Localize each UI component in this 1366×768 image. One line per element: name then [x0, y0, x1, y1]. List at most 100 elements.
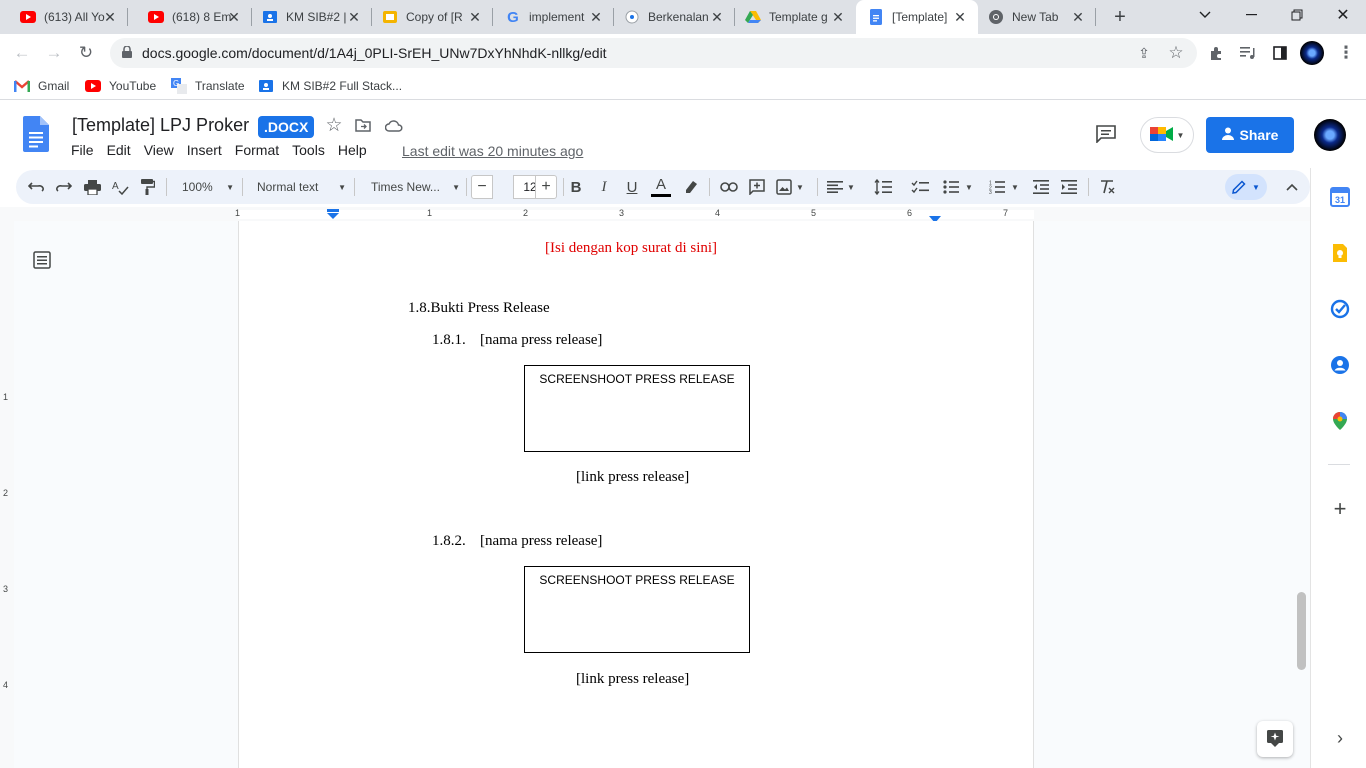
align-icon[interactable]: ▼ [825, 174, 857, 200]
side-panel-icon[interactable] [1267, 40, 1293, 66]
contacts-icon[interactable] [1329, 354, 1351, 376]
browser-tab[interactable]: Berkenalan ✕ [614, 0, 735, 34]
close-tab-icon[interactable]: ✕ [830, 9, 846, 25]
close-tab-icon[interactable]: ✕ [952, 9, 968, 25]
close-window-button[interactable]: ✕ [1320, 0, 1366, 30]
screenshot-placeholder-box[interactable]: SCREENSHOOT PRESS RELEASE [524, 365, 750, 452]
meet-button[interactable]: ▼ [1140, 117, 1194, 153]
browser-tab[interactable]: New Tab ✕ [978, 0, 1096, 34]
add-comment-icon[interactable] [746, 174, 768, 200]
docs-logo-icon[interactable] [23, 116, 49, 152]
text-color-icon[interactable]: A [650, 174, 672, 200]
checklist-icon[interactable] [909, 174, 931, 200]
last-edit-link[interactable]: Last edit was 20 minutes ago [402, 143, 583, 159]
media-control-icon[interactable] [1235, 40, 1261, 66]
bookmark-youtube[interactable]: YouTube [85, 76, 156, 96]
comment-history-icon[interactable] [1095, 123, 1117, 145]
maps-icon[interactable] [1329, 410, 1351, 432]
reload-icon[interactable]: ↻ [73, 40, 99, 66]
account-avatar[interactable] [1314, 119, 1346, 151]
cloud-status-icon[interactable] [383, 114, 405, 136]
insert-link-icon[interactable] [718, 174, 740, 200]
tab-search-icon[interactable] [1182, 0, 1228, 30]
print-icon[interactable] [82, 174, 102, 200]
chrome-menu-icon[interactable]: ⋮ [1333, 40, 1359, 66]
close-tab-icon[interactable]: ✕ [346, 9, 362, 25]
horizontal-ruler[interactable]: 1 1 2 3 4 5 6 7 [0, 207, 1310, 223]
profile-avatar[interactable] [1300, 41, 1324, 65]
browser-tab[interactable]: (618) 8 Em ✕ [128, 0, 252, 34]
spellcheck-icon[interactable]: A [110, 174, 130, 200]
vertical-scrollbar[interactable] [1297, 592, 1306, 670]
zoom-select[interactable]: 100% ▼ [174, 174, 234, 200]
browser-tab[interactable]: Template g ✕ [735, 0, 856, 34]
menu-insert[interactable]: Insert [187, 142, 222, 158]
bookmark-km-sib[interactable]: KM SIB#2 Full Stack... [258, 76, 402, 96]
tasks-icon[interactable] [1329, 298, 1351, 320]
close-tab-icon[interactable]: ✕ [102, 9, 118, 25]
menu-edit[interactable]: Edit [107, 142, 131, 158]
chevron-right-icon[interactable]: › [1329, 727, 1351, 749]
browser-tab[interactable]: G implement ✕ [493, 0, 614, 34]
new-tab-button[interactable]: + [1108, 5, 1132, 29]
explore-button[interactable] [1257, 721, 1293, 757]
browser-tab[interactable]: Copy of [R ✕ [372, 0, 493, 34]
browser-tab-active[interactable]: [Template] ✕ [856, 0, 978, 34]
menu-tools[interactable]: Tools [292, 142, 325, 158]
numbered-list-icon[interactable]: 1 2 3 ▼ [986, 174, 1022, 200]
restore-button[interactable] [1274, 0, 1320, 30]
document-title[interactable]: [Template] LPJ Proker [72, 115, 249, 136]
collapse-menus-icon[interactable] [1281, 174, 1303, 200]
bookmark-gmail[interactable]: Gmail [14, 76, 69, 96]
paint-format-icon[interactable] [138, 174, 158, 200]
clear-formatting-icon[interactable] [1096, 174, 1118, 200]
italic-icon[interactable]: I [594, 174, 614, 200]
increase-indent-icon[interactable] [1058, 174, 1080, 200]
line-spacing-icon[interactable] [872, 174, 894, 200]
decrease-indent-icon[interactable] [1030, 174, 1052, 200]
document-outline-icon[interactable] [32, 250, 54, 272]
menu-format[interactable]: Format [235, 142, 279, 158]
minimize-button[interactable] [1228, 0, 1274, 30]
extensions-icon[interactable] [1203, 40, 1229, 66]
move-folder-icon[interactable] [352, 114, 374, 136]
bookmark-translate[interactable]: G Translate [171, 76, 245, 96]
bookmark-label: YouTube [109, 79, 157, 93]
close-tab-icon[interactable]: ✕ [467, 9, 483, 25]
highlight-color-icon[interactable] [680, 174, 702, 200]
keep-icon[interactable] [1329, 242, 1351, 264]
decrease-font-size-button[interactable]: − [471, 175, 493, 199]
menu-file[interactable]: File [71, 142, 94, 158]
browser-tab[interactable]: (613) All Yo ✕ [0, 0, 128, 34]
close-tab-icon[interactable]: ✕ [709, 9, 725, 25]
star-icon[interactable]: ☆ [323, 114, 345, 136]
screenshot-placeholder-box[interactable]: SCREENSHOOT PRESS RELEASE [524, 566, 750, 653]
address-bar[interactable]: docs.google.com/document/d/1A4j_0PLI-SrE… [110, 38, 1197, 68]
add-addon-icon[interactable]: + [1329, 496, 1351, 521]
calendar-icon[interactable]: 31 [1329, 186, 1351, 208]
increase-font-size-button[interactable]: + [535, 175, 557, 199]
back-icon[interactable]: ← [9, 40, 35, 66]
menu-view[interactable]: View [144, 142, 174, 158]
left-indent-marker[interactable] [327, 207, 339, 222]
browser-tab[interactable]: KM SIB#2 | ✕ [252, 0, 372, 34]
close-tab-icon[interactable]: ✕ [226, 9, 242, 25]
insert-image-icon[interactable]: ▼ [774, 174, 806, 200]
menu-help[interactable]: Help [338, 142, 367, 158]
bold-icon[interactable]: B [566, 174, 586, 200]
close-tab-icon[interactable]: ✕ [1070, 9, 1086, 25]
share-page-icon[interactable]: ⇪ [1131, 40, 1157, 66]
close-tab-icon[interactable]: ✕ [588, 9, 604, 25]
bulleted-list-icon[interactable]: ▼ [940, 174, 976, 200]
underline-icon[interactable]: U [622, 174, 642, 200]
undo-icon[interactable] [26, 174, 46, 200]
document-page[interactable]: [Isi dengan kop surat di sini] 1.8.Bukti… [238, 221, 1034, 768]
vertical-ruler[interactable]: 1 2 3 4 [0, 221, 14, 768]
paragraph-style-select[interactable]: Normal text ▼ [250, 174, 346, 200]
editing-mode-button[interactable]: ▼ [1225, 174, 1267, 200]
redo-icon[interactable] [54, 174, 74, 200]
bookmark-star-icon[interactable]: ☆ [1163, 40, 1189, 66]
forward-icon[interactable]: → [41, 40, 67, 66]
share-button[interactable]: Share [1206, 117, 1294, 153]
font-family-select[interactable]: Times New... ▼ [362, 174, 460, 200]
